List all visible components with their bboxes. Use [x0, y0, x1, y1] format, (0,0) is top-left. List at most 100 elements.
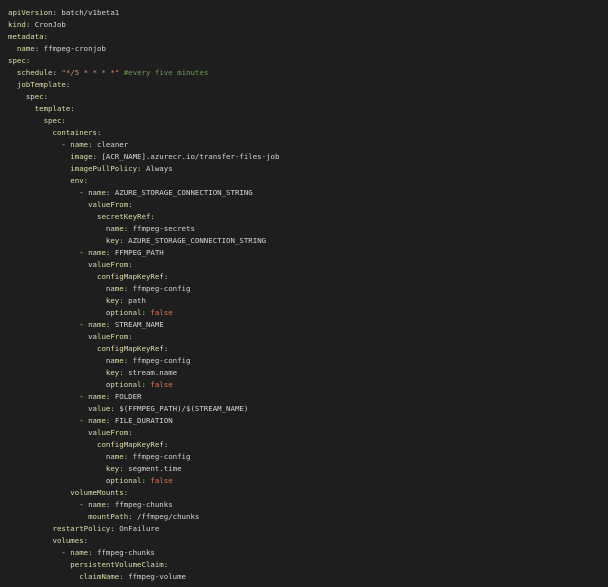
yaml-key: template — [34, 104, 71, 113]
code-line: value: $(FFMPEG_PATH)/$(STREAM_NAME) — [0, 403, 608, 415]
yaml-colon: : — [123, 488, 129, 497]
code-indent: - — [8, 416, 89, 425]
yaml-value: ffmpeg-volume — [128, 572, 187, 581]
yaml-colon: : — [83, 536, 89, 545]
code-line: image: [ACR_NAME].azurecr.io/transfer-fi… — [0, 151, 608, 163]
yaml-value: path — [128, 296, 146, 305]
yaml-value: ffmpeg-chunks — [97, 548, 155, 557]
code-line: restartPolicy: OnFailure — [0, 523, 608, 535]
code-indent: - — [8, 392, 89, 401]
yaml-key: image — [70, 152, 93, 161]
yaml-key: persistentVolumeClaim — [70, 560, 164, 569]
code-line: configMapKeyRef: — [0, 271, 608, 283]
yaml-key: name — [88, 248, 106, 257]
code-line: name: ffmpeg-cronjob — [0, 43, 608, 55]
code-line: configMapKeyRef: — [0, 343, 608, 355]
code-line: valueFrom: — [0, 427, 608, 439]
yaml-key: claimName — [79, 572, 120, 581]
code-line: template: — [0, 103, 608, 115]
yaml-value: ffmpeg-cronjob — [43, 44, 106, 53]
yaml-key: restartPolicy — [52, 524, 111, 533]
yaml-colon: : — [128, 428, 133, 437]
yaml-key: name — [88, 320, 106, 329]
yaml-colon: : — [150, 212, 155, 221]
yaml-colon: : — [163, 272, 169, 281]
yaml-key: spec — [8, 56, 26, 65]
yaml-value: FOLDER — [114, 392, 142, 401]
yaml-key: optional — [105, 308, 142, 317]
code-line: name: ffmpeg-config — [0, 355, 608, 367]
code-line: - name: cleaner — [0, 139, 608, 151]
code-line: optional: false — [0, 307, 608, 319]
code-line: kind: CronJob — [0, 19, 608, 31]
code-line: claimName: ffmpeg-volume — [0, 571, 608, 583]
yaml-key: value — [88, 404, 111, 413]
yaml-key: configMapKeyRef — [97, 272, 164, 281]
yaml-value: FFMPEG_PATH — [114, 248, 164, 257]
yaml-key: configMapKeyRef — [97, 344, 164, 353]
yaml-value: ffmpeg-config — [132, 356, 191, 365]
yaml-key: env — [70, 176, 84, 185]
yaml-key: valueFrom — [88, 332, 129, 341]
yaml-key: name — [105, 356, 124, 365]
yaml-key: spec — [25, 92, 44, 101]
yaml-value: segment.time — [128, 464, 182, 473]
yaml-key: containers — [52, 128, 98, 137]
yaml-value: stream.name — [128, 368, 178, 377]
code-line: volumeMounts: — [0, 487, 608, 499]
yaml-key: schedule — [16, 68, 53, 77]
code-line: key: path — [0, 295, 608, 307]
yaml-colon: : — [163, 560, 169, 569]
code-line: valueFrom: — [0, 331, 608, 343]
yaml-value: ffmpeg-config — [132, 452, 191, 461]
yaml-key: imagePullPolicy — [70, 164, 138, 173]
code-line: name: ffmpeg-config — [0, 283, 608, 295]
yaml-value: STREAM_NAME — [114, 320, 164, 329]
yaml-colon: : — [43, 92, 49, 101]
yaml-key: kind — [8, 20, 26, 29]
code-line: valueFrom: — [0, 259, 608, 271]
yaml-value: batch/v1beta1 — [61, 8, 120, 17]
yaml-colon: : — [61, 116, 66, 125]
yaml-key: valueFrom — [88, 428, 129, 437]
code-indent: - — [8, 320, 89, 329]
yaml-key: secretKeyRef — [97, 212, 151, 221]
code-line: metadata: — [0, 31, 608, 43]
code-line: configMapKeyRef: — [0, 439, 608, 451]
yaml-key: key — [105, 464, 120, 473]
code-line: containers: — [0, 127, 608, 139]
yaml-key: name — [105, 452, 124, 461]
yaml-value: cleaner — [97, 140, 129, 149]
code-line: - name: FOLDER — [0, 391, 608, 403]
yaml-key: optional — [105, 476, 142, 485]
yaml-colon: : — [70, 104, 75, 113]
yaml-colon: : — [25, 56, 31, 65]
yaml-value: OnFailure — [119, 524, 160, 533]
code-line: - name: STREAM_NAME — [0, 319, 608, 331]
yaml-code-editor[interactable]: apiVersion: batch/v1beta1 kind: CronJob me… — [0, 0, 608, 587]
yaml-value: /ffmpeg/chunks — [137, 512, 200, 521]
yaml-key: name — [70, 140, 89, 149]
yaml-colon: : — [65, 80, 71, 89]
yaml-value: ffmpeg-config — [132, 284, 191, 293]
code-line: - name: FILE_DURATION — [0, 415, 608, 427]
yaml-key: name — [88, 392, 106, 401]
